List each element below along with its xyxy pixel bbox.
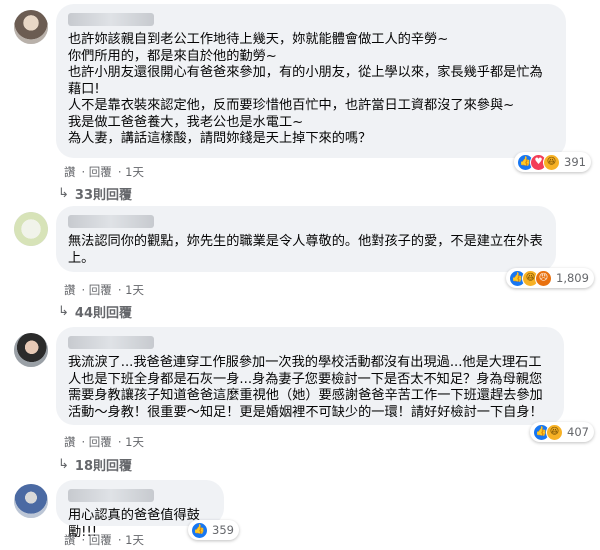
view-replies[interactable]: ↳ 18則回覆 (58, 455, 132, 474)
commenter-name-redacted[interactable] (68, 13, 154, 26)
commenter-name-redacted[interactable] (68, 215, 154, 228)
like-link[interactable]: 讚 (64, 533, 76, 547)
like-link[interactable]: 讚 (64, 283, 76, 297)
view-replies[interactable]: ↳ 33則回覆 (58, 184, 132, 203)
comment-bubble: 也許妳該親自到老公工作地待上幾天，妳就能體會做工人的辛勞~ 你們所用的，都是來自… (56, 4, 566, 158)
reaction-count: 1,809 (556, 271, 589, 285)
reaction-count: 407 (567, 425, 589, 439)
replies-count[interactable]: 18則回覆 (75, 455, 132, 474)
reaction-summary[interactable]: 👍 359 (188, 520, 239, 540)
commenter-name-redacted[interactable] (68, 336, 154, 349)
reaction-summary[interactable]: 👍 ♥ 😆 391 (514, 152, 591, 172)
view-replies[interactable]: ↳ 44則回覆 (58, 302, 132, 321)
haha-icon: 😆 (543, 153, 560, 171)
like-link[interactable]: 讚 (64, 165, 76, 179)
timestamp[interactable]: · 1天 (118, 283, 144, 297)
reaction-count: 391 (564, 155, 586, 169)
avatar[interactable] (14, 484, 48, 518)
reply-link[interactable]: · 回覆 (82, 435, 112, 449)
comment-bubble: 無法認同你的觀點，妳先生的職業是令人尊敬的。他對孩子的愛，不是建立在外表上。 (56, 206, 556, 272)
comment-text: 也許妳該親自到老公工作地待上幾天，妳就能體會做工人的辛勞~ 你們所用的，都是來自… (68, 32, 543, 146)
comment-meta: 讚 · 回覆 · 1天 (64, 532, 150, 548)
like-icon: 👍 (191, 521, 208, 539)
avatar[interactable] (14, 212, 48, 246)
avatar[interactable] (14, 333, 48, 367)
reply-arrow-icon: ↳ (58, 186, 69, 201)
commenter-name-redacted[interactable] (68, 489, 154, 502)
reaction-count: 359 (212, 523, 234, 537)
reply-link[interactable]: · 回覆 (82, 165, 112, 179)
timestamp[interactable]: · 1天 (118, 435, 144, 449)
reply-link[interactable]: · 回覆 (82, 283, 112, 297)
comment-text: 我流淚了...我爸爸連穿工作服參加一次我的學校活動都沒有出現過...他是大理石工… (68, 355, 543, 420)
reply-link[interactable]: · 回覆 (82, 533, 112, 547)
reply-arrow-icon: ↳ (58, 304, 69, 319)
timestamp[interactable]: · 1天 (118, 165, 144, 179)
reply-arrow-icon: ↳ (58, 457, 69, 472)
comment-meta: 讚 · 回覆 · 1天 (64, 282, 150, 298)
reaction-summary[interactable]: 👍 😆 407 (530, 422, 594, 442)
haha-icon: 😆 (546, 423, 563, 441)
reaction-summary[interactable]: 👍 😆 😠 1,809 (506, 268, 594, 288)
replies-count[interactable]: 44則回覆 (75, 302, 132, 321)
comment-meta: 讚 · 回覆 · 1天 (64, 434, 150, 450)
angry-icon: 😠 (535, 269, 552, 287)
like-link[interactable]: 讚 (64, 435, 76, 449)
comment-meta: 讚 · 回覆 · 1天 (64, 164, 150, 180)
replies-count[interactable]: 33則回覆 (75, 184, 132, 203)
comment-text: 無法認同你的觀點，妳先生的職業是令人尊敬的。他對孩子的愛，不是建立在外表上。 (68, 234, 543, 266)
timestamp[interactable]: · 1天 (118, 533, 144, 547)
comment-bubble: 我流淚了...我爸爸連穿工作服參加一次我的學校活動都沒有出現過...他是大理石工… (56, 327, 564, 425)
avatar[interactable] (14, 10, 48, 44)
